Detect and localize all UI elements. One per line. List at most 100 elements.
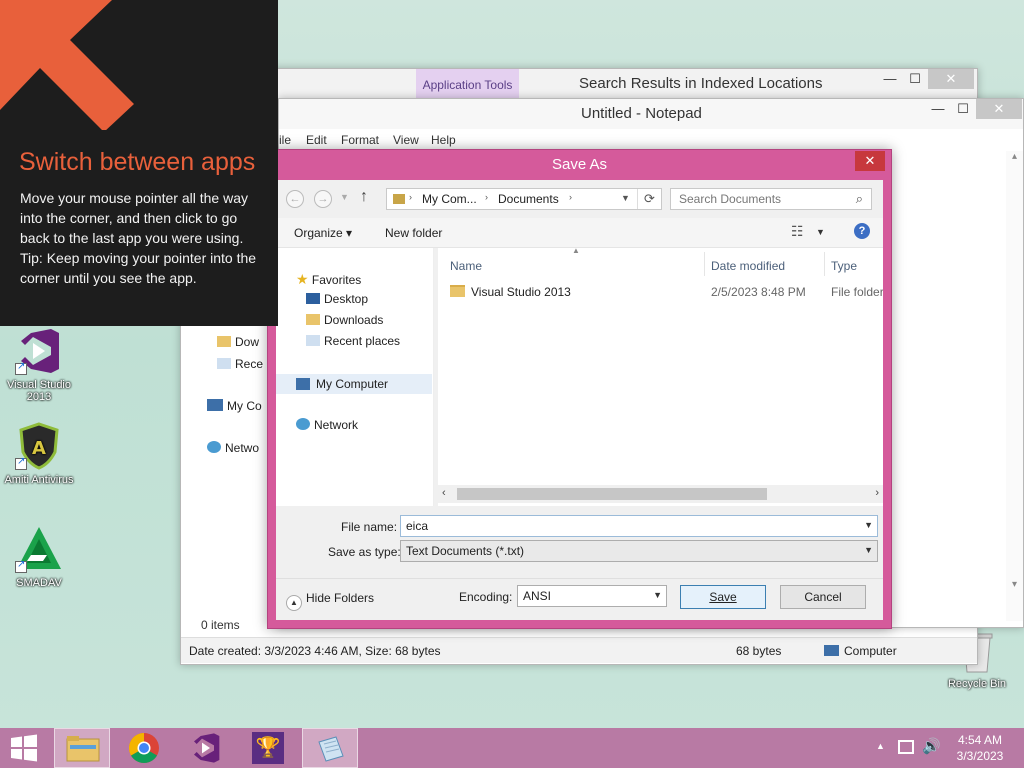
taskbar-file-explorer[interactable]: [54, 728, 110, 768]
volume-icon[interactable]: 🔊: [922, 737, 941, 755]
encoding-select[interactable]: ANSI ▼: [517, 585, 667, 607]
tip-text: Move your mouse pointer all the way into…: [20, 190, 248, 246]
search-input[interactable]: Search Documents ⌕: [670, 188, 872, 210]
save-type-select[interactable]: Text Documents (*.txt) ▼: [400, 540, 878, 562]
taskbar-trophy-app[interactable]: 🏆: [240, 728, 296, 768]
maximize-button[interactable]: ☐: [949, 99, 977, 119]
chevron-right-icon[interactable]: ›: [409, 192, 412, 202]
file-row[interactable]: Visual Studio 2013 2/5/2023 8:48 PM File…: [438, 280, 883, 302]
taskbar-notepad[interactable]: [302, 728, 358, 768]
sort-indicator-icon: ▲: [572, 248, 580, 255]
ribbon-tab-application-tools[interactable]: Application Tools: [416, 69, 519, 99]
menu-view[interactable]: View: [393, 133, 419, 147]
nav-network[interactable]: Network: [296, 418, 358, 432]
notepad-title: Untitled - Notepad: [581, 105, 702, 122]
antivirus-shield-icon: A: [15, 422, 63, 470]
chrome-icon: [128, 733, 159, 764]
chevron-down-icon[interactable]: ▼: [816, 227, 825, 237]
save-as-dialog[interactable]: Save As ✕ ← → ▼ ↑ › My Com... › Document…: [267, 149, 892, 629]
hide-folders-button[interactable]: ▲ Hide Folders: [286, 591, 374, 611]
menu-file[interactable]: ile: [279, 133, 291, 147]
visual-studio-icon: [194, 733, 220, 763]
refresh-icon[interactable]: ⟳: [637, 189, 661, 209]
view-options-icon[interactable]: ☷: [791, 223, 804, 240]
file-name-input[interactable]: eica ▼: [400, 515, 878, 537]
save-button[interactable]: Save: [680, 585, 766, 609]
chevron-down-icon[interactable]: ▼: [864, 545, 873, 555]
minimize-button[interactable]: —: [924, 99, 952, 119]
dialog-close-button[interactable]: ✕: [855, 151, 885, 171]
desktop-icon-visual-studio[interactable]: Visual Studio 2013: [0, 327, 78, 403]
explorer-nav-network[interactable]: Netwo: [207, 441, 259, 455]
status-location: Computer: [844, 644, 897, 658]
horizontal-scrollbar[interactable]: ‹ ›: [438, 485, 883, 503]
maximize-button[interactable]: ☐: [901, 69, 929, 89]
desktop-icon-smadav[interactable]: SMADAV: [0, 525, 78, 589]
organize-button[interactable]: Organize ▾: [294, 226, 352, 240]
back-button[interactable]: ←: [286, 190, 304, 208]
trophy-icon: 🏆: [252, 732, 284, 764]
network-status-icon[interactable]: [898, 740, 914, 754]
nav-downloads[interactable]: Downloads: [306, 313, 383, 327]
show-hidden-icons[interactable]: ▲: [876, 741, 885, 751]
network-icon: [207, 441, 221, 453]
clock[interactable]: 4:54 AM 3/3/2023: [940, 732, 1020, 764]
dialog-toolbar: Organize ▾ New folder ☷ ▼ ?: [276, 218, 883, 248]
menu-format[interactable]: Format: [341, 133, 379, 147]
close-button[interactable]: ✕: [976, 99, 1022, 119]
new-folder-button[interactable]: New folder: [385, 226, 442, 240]
address-bar[interactable]: › My Com... › Documents › ▼ ⟳: [386, 188, 662, 210]
cancel-button[interactable]: Cancel: [780, 585, 866, 609]
column-header-type[interactable]: Type: [831, 259, 857, 273]
save-type-label: Save as type:: [328, 545, 401, 559]
menu-edit[interactable]: Edit: [306, 133, 327, 147]
file-explorer-icon: [66, 736, 100, 762]
column-header-name[interactable]: Name: [450, 259, 482, 273]
visual-studio-icon: [15, 327, 63, 375]
nav-label: Netwo: [225, 441, 260, 455]
breadcrumb-documents[interactable]: Documents: [498, 192, 559, 206]
explorer-statusbar: Date created: 3/3/2023 4:46 AM, Size: 68…: [181, 637, 977, 663]
clock-date: 3/3/2023: [956, 749, 1004, 763]
notepad-vscroll[interactable]: ▴ ▾: [1006, 151, 1023, 621]
scroll-thumb[interactable]: [457, 488, 767, 500]
chevron-down-icon[interactable]: ▼: [621, 193, 630, 203]
chevron-down-icon[interactable]: ▼: [653, 590, 662, 600]
chevron-right-icon[interactable]: ›: [569, 192, 572, 202]
explorer-nav-downloads[interactable]: Dow: [217, 335, 259, 349]
chevron-right-icon[interactable]: ›: [485, 192, 488, 202]
scroll-right-icon[interactable]: ›: [875, 487, 879, 499]
notepad-titlebar[interactable]: Untitled - Notepad — ☐ ✕: [279, 99, 1023, 129]
organize-label: Organize: [294, 226, 343, 240]
explorer-nav-computer[interactable]: My Co: [207, 399, 262, 413]
forward-button[interactable]: →: [314, 190, 332, 208]
explorer-nav-recent[interactable]: Rece: [217, 357, 263, 371]
breadcrumb-my-computer[interactable]: My Com...: [422, 192, 477, 206]
search-placeholder: Search Documents: [679, 192, 782, 206]
minimize-button[interactable]: —: [876, 69, 904, 89]
chevron-up-icon: ▲: [286, 595, 302, 611]
recent-locations-dropdown[interactable]: ▼: [340, 192, 349, 202]
column-header-date[interactable]: Date modified: [711, 259, 785, 273]
up-button[interactable]: ↑: [360, 188, 368, 206]
nav-recent-places[interactable]: Recent places: [306, 334, 400, 348]
nav-favorites[interactable]: ★ Favorites: [296, 271, 361, 288]
close-button[interactable]: ✕: [928, 69, 974, 89]
desktop-icon: [306, 293, 320, 304]
save-type-value: Text Documents (*.txt): [406, 544, 525, 558]
explorer-titlebar[interactable]: Application Tools Search Results in Inde…: [181, 69, 977, 99]
nav-my-computer[interactable]: My Computer: [276, 374, 432, 394]
desktop-icon-label: SMADAV: [16, 577, 62, 589]
taskbar-visual-studio[interactable]: [178, 728, 234, 768]
help-icon[interactable]: ?: [854, 223, 870, 239]
nav-desktop[interactable]: Desktop: [306, 292, 368, 306]
notepad-menubar: ile Edit Format View Help: [279, 129, 1023, 151]
taskbar-chrome[interactable]: [116, 728, 172, 768]
taskbar: 🏆 ▲ 🔊 4:54 AM 3/3/2023: [0, 728, 1024, 768]
start-button[interactable]: [0, 728, 48, 768]
recent-places-icon: [217, 358, 231, 369]
menu-help[interactable]: Help: [431, 133, 456, 147]
desktop-icon-antivirus[interactable]: A Amiti Antivirus: [0, 422, 78, 486]
scroll-left-icon[interactable]: ‹: [442, 487, 446, 499]
chevron-down-icon[interactable]: ▼: [864, 520, 873, 530]
